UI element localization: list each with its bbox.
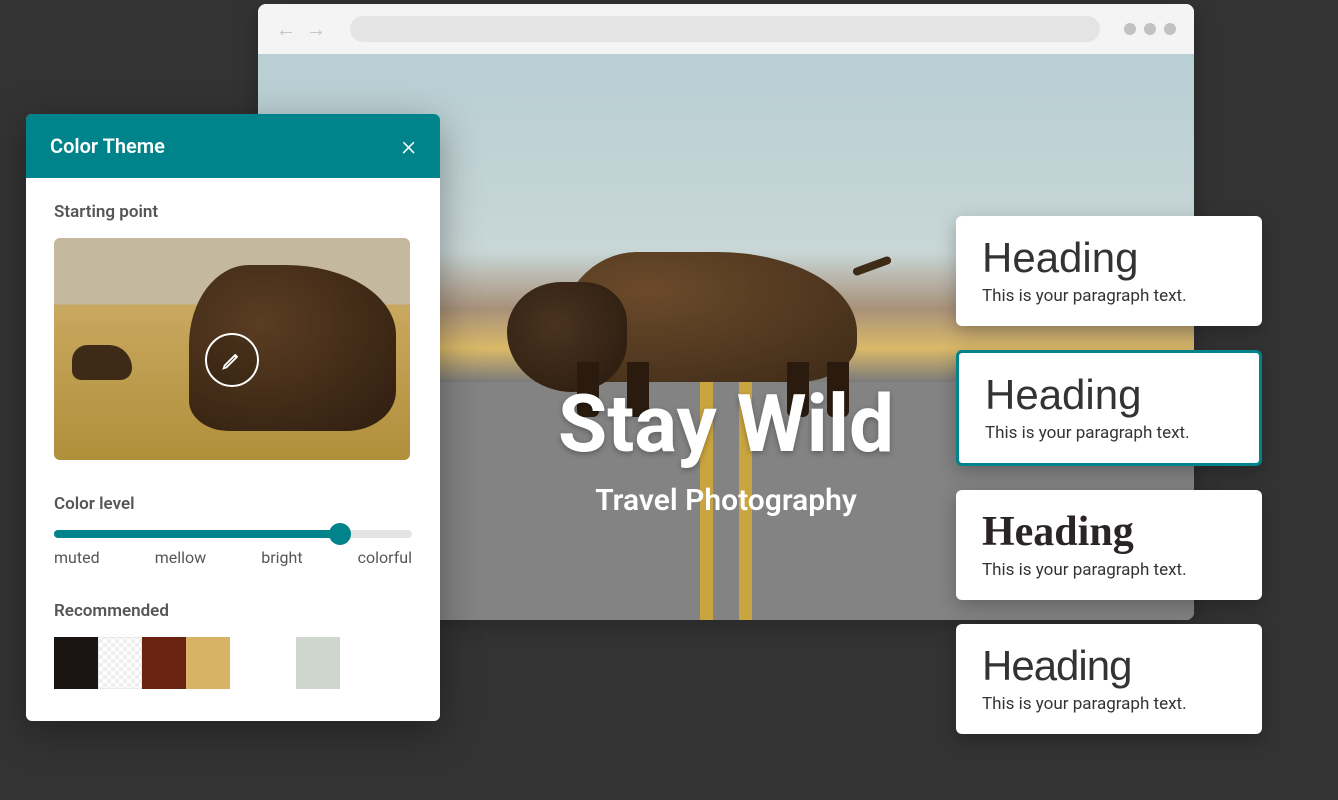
panel-header: Color Theme × bbox=[26, 114, 440, 178]
color-swatch[interactable] bbox=[142, 637, 186, 689]
card-paragraph: This is your paragraph text. bbox=[985, 423, 1233, 443]
card-heading: Heading bbox=[982, 508, 1236, 556]
card-paragraph: This is your paragraph text. bbox=[982, 560, 1236, 580]
color-swatch[interactable] bbox=[296, 637, 340, 689]
typography-card[interactable]: Heading This is your paragraph text. bbox=[956, 624, 1262, 734]
forward-button[interactable]: → bbox=[306, 17, 326, 42]
card-heading: Heading bbox=[982, 642, 1236, 690]
typography-cards: Heading This is your paragraph text. Hea… bbox=[956, 216, 1262, 734]
url-bar[interactable] bbox=[350, 16, 1100, 42]
swatch-gap bbox=[230, 637, 296, 689]
color-theme-panel: Color Theme × Starting point Color level… bbox=[26, 114, 440, 721]
color-level-slider[interactable] bbox=[54, 530, 412, 538]
card-paragraph: This is your paragraph text. bbox=[982, 286, 1236, 306]
color-level-label: Color level bbox=[54, 494, 412, 514]
recommended-label: Recommended bbox=[54, 601, 412, 621]
back-button[interactable]: ← bbox=[276, 17, 296, 42]
window-dot bbox=[1124, 23, 1136, 35]
card-heading: Heading bbox=[985, 371, 1233, 419]
window-controls bbox=[1124, 23, 1176, 35]
edit-image-button[interactable] bbox=[205, 333, 259, 387]
typography-card[interactable]: Heading This is your paragraph text. bbox=[956, 350, 1262, 466]
window-dot bbox=[1164, 23, 1176, 35]
typography-card[interactable]: Heading This is your paragraph text. bbox=[956, 490, 1262, 600]
window-dot bbox=[1144, 23, 1156, 35]
swatch-row bbox=[54, 637, 412, 689]
starting-point-label: Starting point bbox=[54, 202, 412, 222]
hero-title: Stay Wild bbox=[558, 377, 894, 471]
slider-tick-labels: muted mellow bright colorful bbox=[54, 548, 412, 567]
slider-fill bbox=[54, 530, 340, 538]
slider-tick: mellow bbox=[155, 548, 206, 567]
browser-topbar: ← → bbox=[258, 4, 1194, 54]
color-swatch[interactable] bbox=[186, 637, 230, 689]
color-swatch[interactable] bbox=[98, 637, 142, 689]
panel-title: Color Theme bbox=[50, 134, 165, 158]
starting-image[interactable] bbox=[54, 238, 410, 460]
pencil-icon bbox=[221, 349, 243, 371]
slider-tick: muted bbox=[54, 548, 100, 567]
card-heading: Heading bbox=[982, 234, 1236, 282]
close-icon[interactable]: × bbox=[401, 132, 416, 160]
hero-subtitle: Travel Photography bbox=[595, 483, 856, 518]
slider-thumb[interactable] bbox=[329, 523, 351, 545]
slider-tick: bright bbox=[261, 548, 302, 567]
card-paragraph: This is your paragraph text. bbox=[982, 694, 1236, 714]
typography-card[interactable]: Heading This is your paragraph text. bbox=[956, 216, 1262, 326]
color-swatch[interactable] bbox=[54, 637, 98, 689]
slider-tick: colorful bbox=[358, 548, 412, 567]
